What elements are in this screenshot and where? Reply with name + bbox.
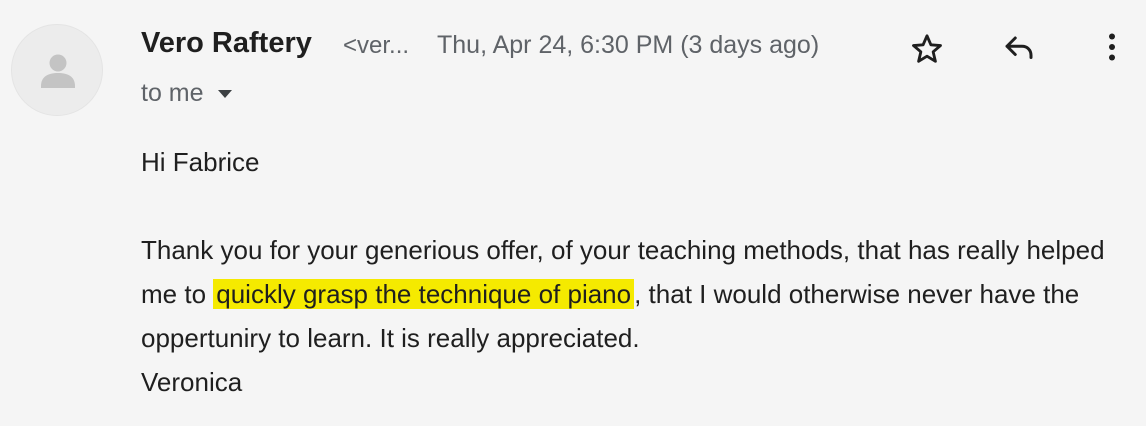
more-vert-icon [1109, 33, 1115, 61]
message-greeting: Hi Fabrice [141, 147, 260, 177]
recipient-details-toggle[interactable]: to me [141, 79, 233, 108]
message-date: Thu, Apr 24, 6:30 PM (3 days ago) [437, 31, 820, 59]
message-paragraph: Thank you for your generious offer, of y… [141, 228, 1131, 360]
star-button[interactable] [903, 25, 951, 73]
message-signature: Veronica [141, 367, 243, 397]
sender-email[interactable]: <ver... [343, 32, 409, 60]
highlighted-text: quickly grasp the technique of piano [213, 279, 635, 309]
star-icon [912, 34, 942, 63]
more-options-button[interactable] [1088, 23, 1136, 71]
reply-button[interactable] [995, 23, 1043, 71]
reply-icon [1005, 36, 1033, 59]
recipient-label: to me [141, 79, 204, 107]
caret-down-icon [217, 90, 232, 98]
sender-name[interactable]: Vero Raftery [141, 27, 312, 60]
default-user-avatar-icon [41, 54, 75, 88]
message-body: Hi Fabrice Thank you for your generious … [141, 140, 1131, 404]
sender-avatar[interactable] [11, 24, 103, 116]
